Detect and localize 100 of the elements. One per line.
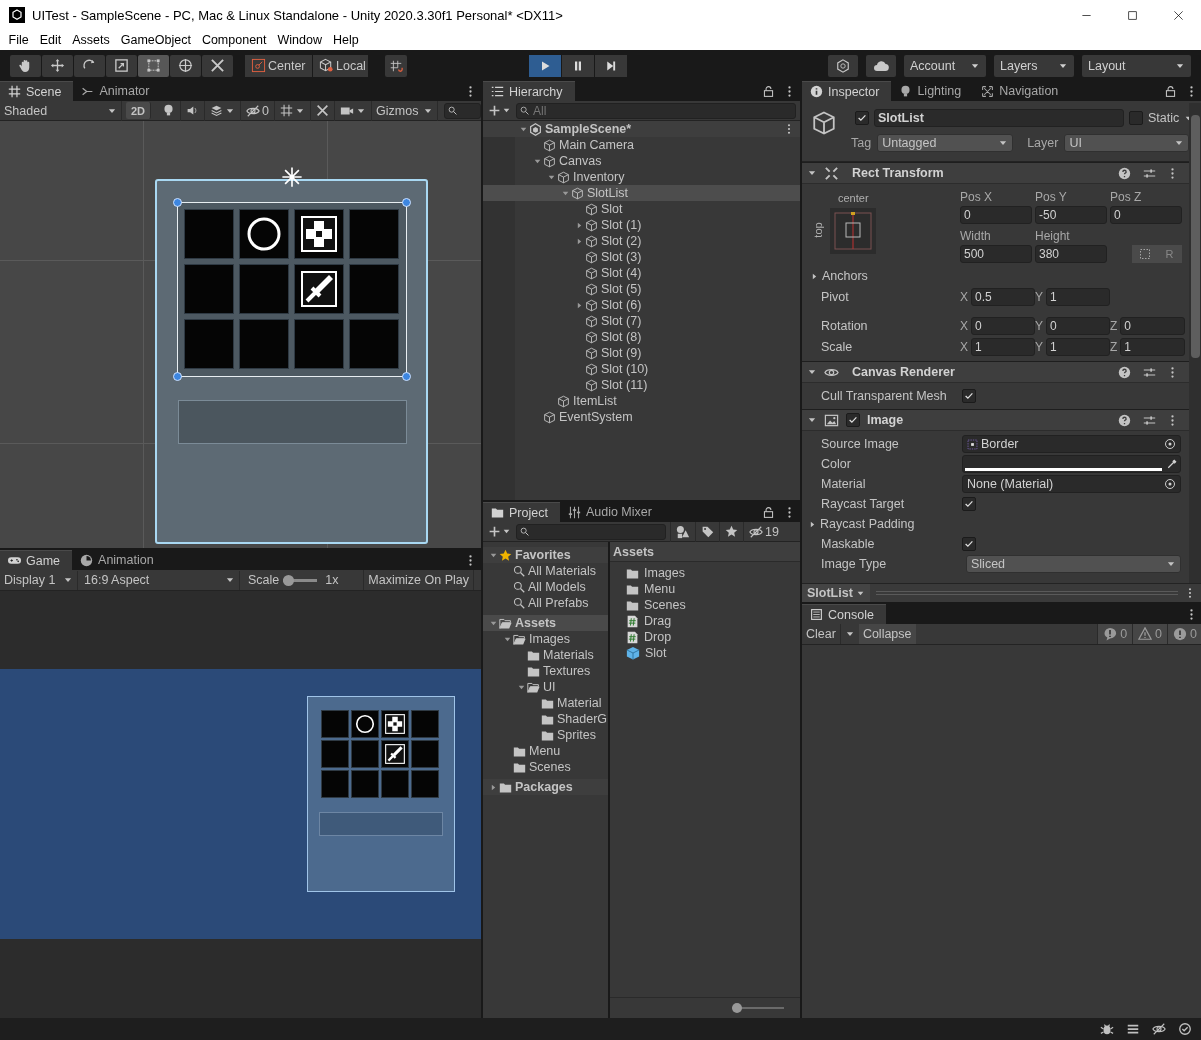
slider-thumb[interactable]: [283, 574, 295, 586]
tree-item[interactable]: Images: [483, 631, 608, 647]
checkbox[interactable]: [962, 389, 976, 403]
panel-tab[interactable]: Navigation: [973, 81, 1071, 101]
close-icon[interactable]: [1172, 9, 1184, 21]
object-field[interactable]: Border: [962, 435, 1181, 453]
number-field[interactable]: -50: [1035, 206, 1107, 224]
panel-tab[interactable]: Hierarchy: [483, 81, 575, 101]
object-field[interactable]: None (Material): [962, 475, 1181, 493]
tree-item[interactable]: Materials: [483, 647, 608, 663]
menubar-entry[interactable]: Edit: [34, 30, 67, 50]
tree-item[interactable]: Slot (3): [483, 249, 800, 265]
layout-dropdown[interactable]: Layout: [1082, 54, 1191, 77]
tree-item[interactable]: Inventory: [483, 169, 800, 185]
tree-item[interactable]: Menu: [483, 743, 608, 759]
foldout[interactable]: Raycast Padding: [802, 514, 1189, 534]
shapes-icon[interactable]: [676, 524, 690, 539]
panel-tab[interactable]: Lighting: [891, 81, 974, 101]
number-field[interactable]: 1: [1046, 338, 1110, 356]
tree-item[interactable]: Textures: [483, 663, 608, 679]
account-dropdown[interactable]: Account: [904, 54, 986, 77]
number-field[interactable]: 500: [960, 245, 1032, 263]
hidden-icon[interactable]: [1152, 1022, 1166, 1036]
tree-item[interactable]: Main Camera: [483, 137, 800, 153]
asset-item[interactable]: Slot: [626, 645, 800, 661]
lock-icon[interactable]: [762, 505, 775, 519]
tool-button[interactable]: [202, 54, 233, 77]
active-checkbox[interactable]: [855, 111, 869, 125]
number-field[interactable]: 1: [1046, 288, 1110, 306]
object-picker-icon[interactable]: [1164, 438, 1176, 450]
tree-item[interactable]: Slot (7): [483, 313, 800, 329]
color-field[interactable]: [962, 455, 1181, 473]
tree-item[interactable]: SampleScene*: [483, 121, 800, 137]
layer-dropdown[interactable]: UI: [1064, 134, 1189, 152]
draw-mode-dropdown[interactable]: Shaded: [0, 100, 122, 121]
tag-icon[interactable]: [701, 525, 714, 538]
object-picker-icon[interactable]: [1164, 478, 1176, 490]
stack-icon[interactable]: [1126, 1022, 1140, 1036]
step-button[interactable]: [594, 54, 627, 77]
menubar-entry[interactable]: Assets: [66, 30, 116, 50]
panel-tab[interactable]: Animation: [72, 550, 166, 570]
tool-button[interactable]: [10, 54, 41, 77]
tree-item[interactable]: Slot (6): [483, 297, 800, 313]
static-checkbox[interactable]: [1129, 111, 1143, 125]
menubar-entry[interactable]: GameObject: [115, 30, 197, 50]
search-field[interactable]: [516, 523, 666, 540]
number-field[interactable]: 0.5: [971, 288, 1035, 306]
search-field[interactable]: All: [516, 102, 796, 119]
asset-item[interactable]: Menu: [626, 581, 800, 597]
tool-button[interactable]: [74, 54, 105, 77]
play-button[interactable]: [528, 54, 561, 77]
tree-item[interactable]: SlotList: [483, 185, 800, 201]
panel-tab[interactable]: Animator: [73, 81, 162, 101]
menubar-entry[interactable]: Help: [327, 30, 365, 50]
tree-item[interactable]: Scenes: [483, 759, 608, 775]
tree-item[interactable]: Slot (9): [483, 345, 800, 361]
resize-handle[interactable]: [173, 372, 182, 381]
resize-handle[interactable]: [402, 372, 411, 381]
tree-item[interactable]: Slot (11): [483, 377, 800, 393]
resize-handle[interactable]: [402, 198, 411, 207]
maximize-icon[interactable]: [1126, 9, 1138, 21]
tree-item[interactable]: UI: [483, 679, 608, 695]
tree-item[interactable]: Slot (10): [483, 361, 800, 377]
panel-tab[interactable]: Project: [483, 502, 560, 522]
panel-tab[interactable]: Scene: [0, 81, 74, 101]
tree-item[interactable]: Assets: [483, 615, 608, 631]
hidden-objects-toggle[interactable]: 0: [241, 100, 275, 121]
clear-button[interactable]: Clear: [802, 624, 840, 644]
bug-icon[interactable]: [1100, 1022, 1114, 1036]
number-field[interactable]: 0: [1110, 206, 1182, 224]
panel-tab[interactable]: Game: [0, 550, 73, 570]
name-field[interactable]: SlotList: [874, 109, 1124, 127]
tool-button[interactable]: [170, 54, 201, 77]
asset-item[interactable]: Drop: [626, 629, 800, 645]
tree-item[interactable]: Sprites: [483, 727, 608, 743]
preset-icon[interactable]: [1143, 413, 1156, 427]
tag-dropdown[interactable]: Untagged: [877, 134, 1014, 152]
progress-icon[interactable]: [1178, 1022, 1192, 1036]
tree-item[interactable]: EventSystem: [483, 409, 800, 425]
tool-button[interactable]: [138, 54, 169, 77]
tool-button[interactable]: [106, 54, 137, 77]
anchor-preset-button[interactable]: [830, 208, 876, 254]
tools-icon[interactable]: [316, 104, 329, 117]
breadcrumb[interactable]: Assets: [610, 542, 800, 562]
gizmos-dropdown[interactable]: Gizmos: [372, 100, 438, 121]
help-icon[interactable]: [1118, 413, 1131, 427]
asset-item[interactable]: Images: [626, 565, 800, 581]
tree-item[interactable]: Canvas: [483, 153, 800, 169]
panel-tab[interactable]: Audio Mixer: [559, 502, 664, 522]
tree-item[interactable]: Slot (2): [483, 233, 800, 249]
tree-item[interactable]: All Materials: [483, 563, 608, 579]
number-field[interactable]: 0: [1046, 317, 1110, 335]
preset-icon[interactable]: [1143, 166, 1156, 180]
preset-icon[interactable]: [1143, 365, 1156, 379]
number-field[interactable]: 0: [960, 206, 1032, 224]
layers-icon[interactable]: [210, 104, 224, 117]
number-field[interactable]: 1: [1120, 338, 1185, 356]
asset-item[interactable]: Scenes: [626, 597, 800, 613]
tree-item[interactable]: All Prefabs: [483, 595, 608, 611]
checkbox[interactable]: [962, 497, 976, 511]
